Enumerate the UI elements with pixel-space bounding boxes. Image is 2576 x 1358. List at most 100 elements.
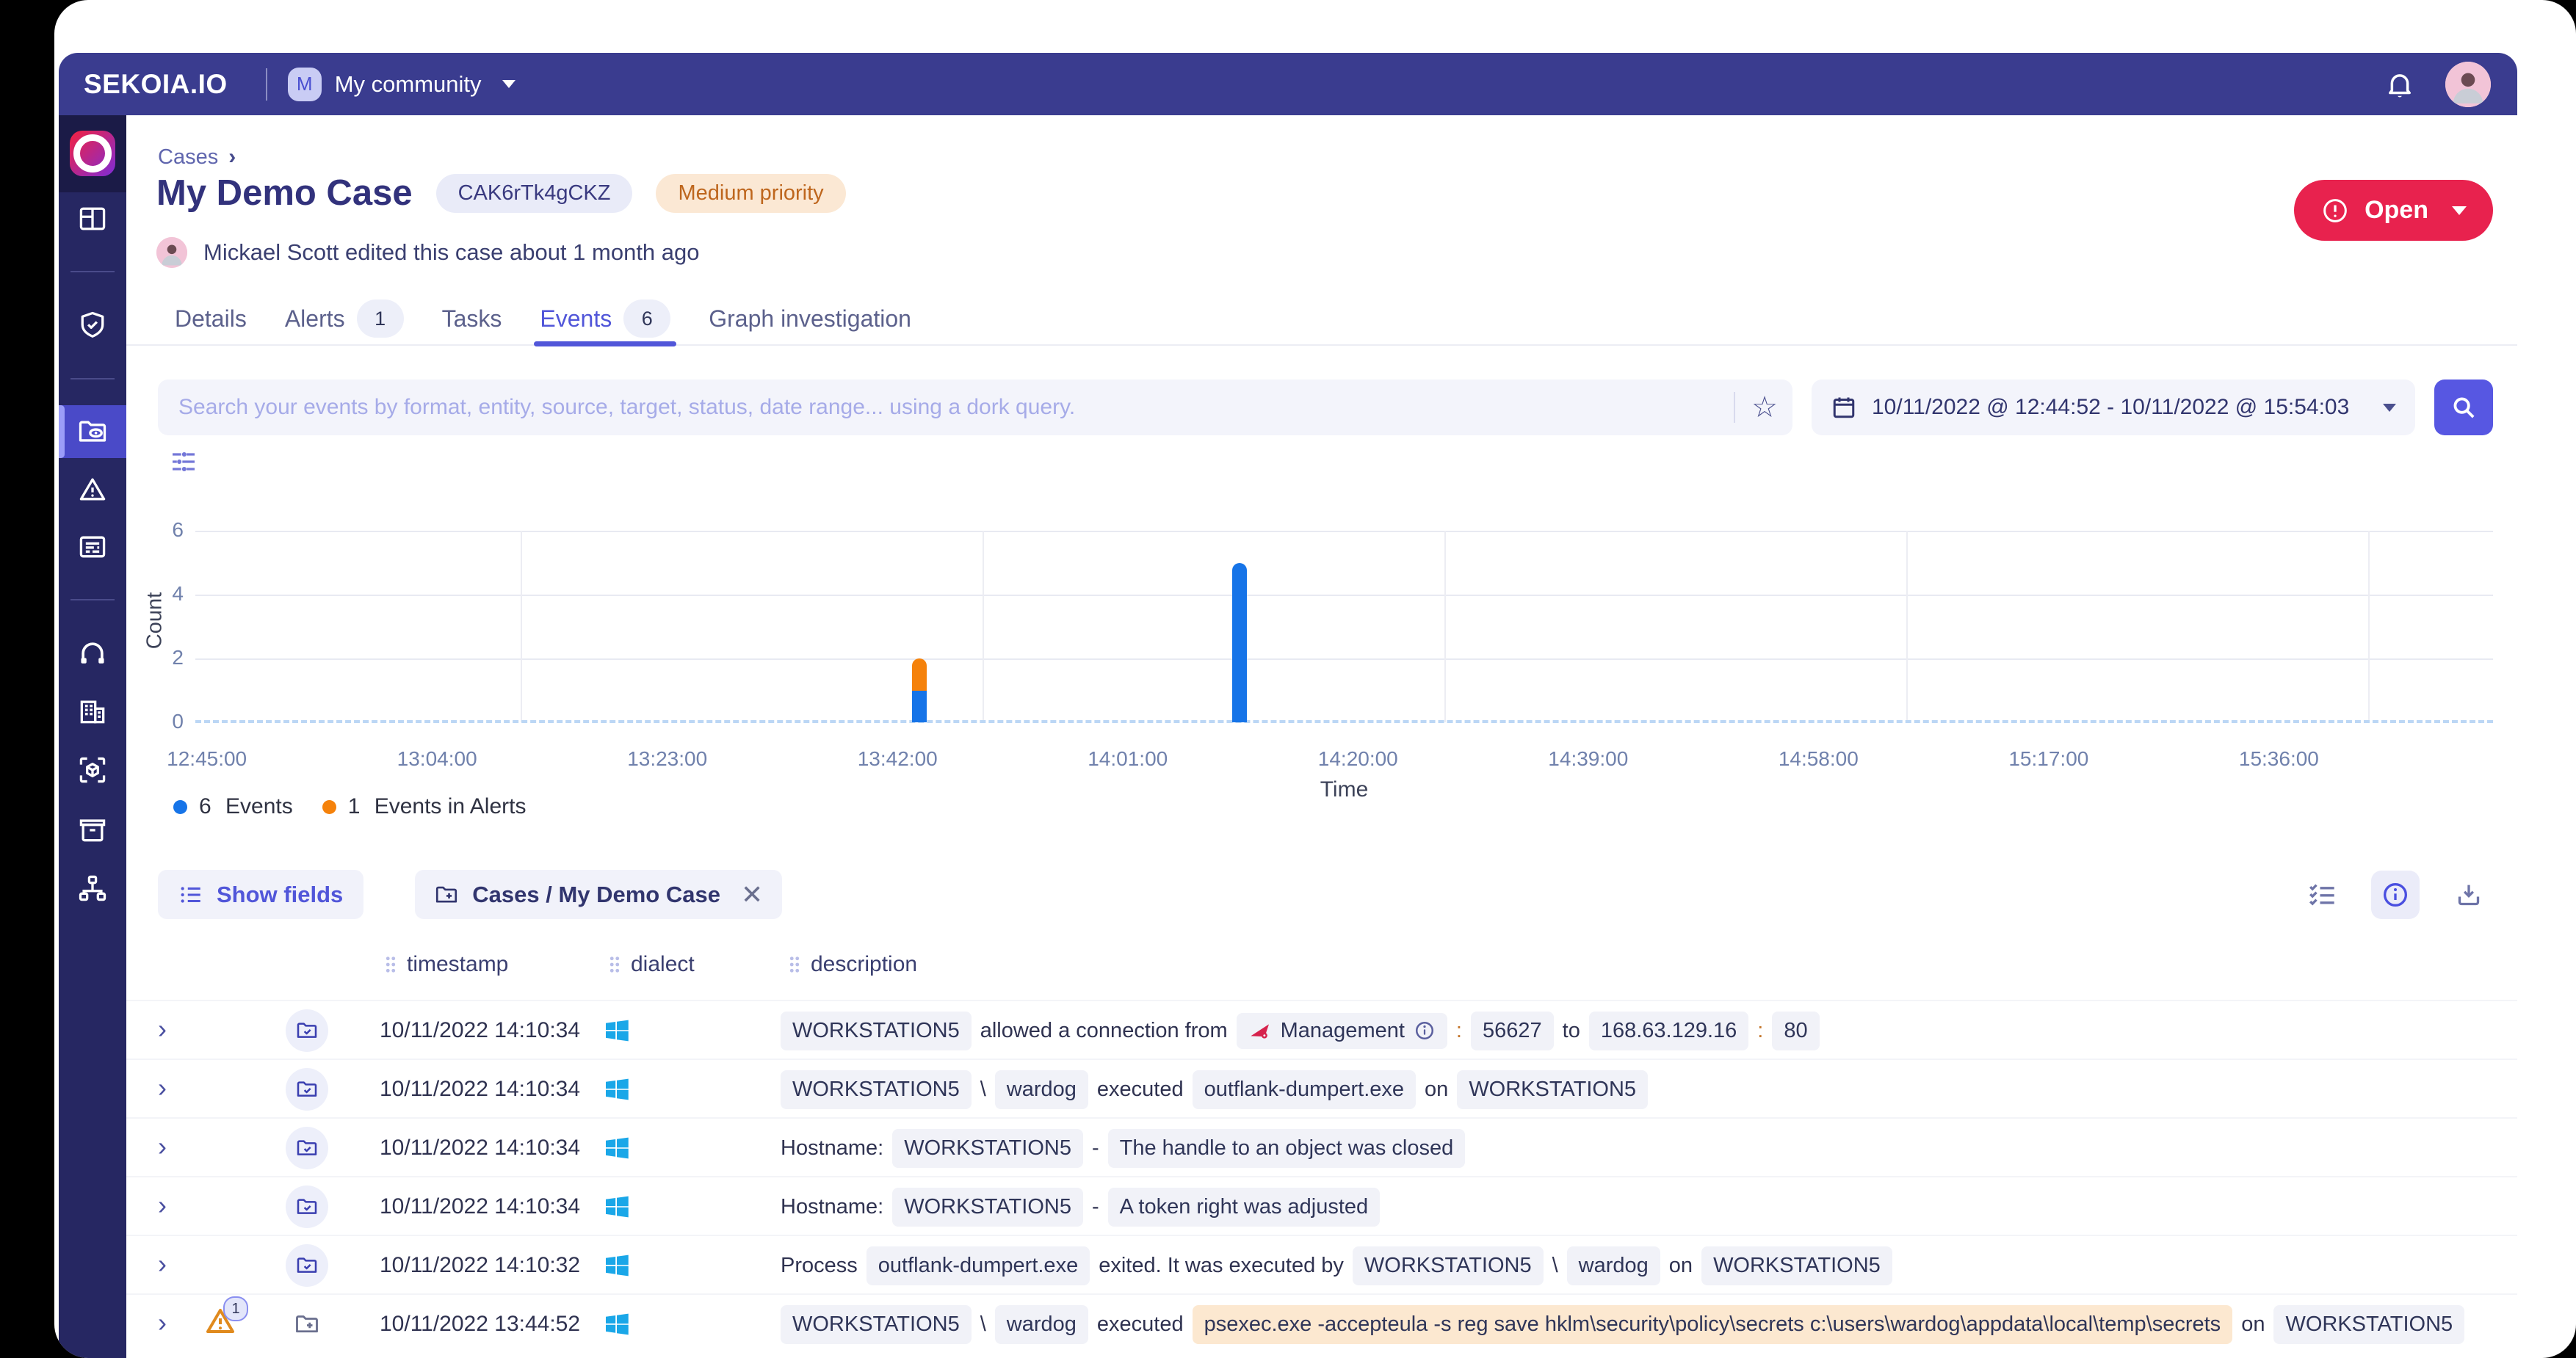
event-field-chip[interactable]: 80 bbox=[1772, 1012, 1819, 1050]
table-row[interactable]: › 10/11/2022 14:10:32 Processoutflank-du… bbox=[126, 1235, 2517, 1295]
export-events-button[interactable] bbox=[2445, 871, 2493, 919]
sidebar-item-cases-active[interactable] bbox=[59, 405, 126, 458]
sidebar-item-dashboards[interactable] bbox=[59, 192, 126, 245]
community-avatar: M bbox=[288, 68, 322, 101]
tab-bar: Details Alerts1 Tasks Events6 Graph inve… bbox=[126, 293, 2517, 346]
windows-dialect-icon bbox=[604, 1076, 630, 1103]
event-details-button[interactable] bbox=[2371, 871, 2420, 919]
tab-tasks[interactable]: Tasks bbox=[442, 293, 502, 344]
event-description: WORKSTATION5\wardogexecutedoutflank-dump… bbox=[781, 1060, 2510, 1119]
event-field-chip[interactable]: WORKSTATION5 bbox=[1457, 1070, 1648, 1109]
search-input[interactable] bbox=[177, 394, 1718, 421]
event-field-chip[interactable]: 168.63.129.16 bbox=[1589, 1012, 1748, 1050]
entity-chip[interactable]: Management bbox=[1237, 1013, 1447, 1049]
notifications-bell-icon[interactable] bbox=[2384, 68, 2416, 101]
sidebar-item-intelligence[interactable] bbox=[59, 299, 126, 352]
building-icon bbox=[76, 695, 109, 727]
legend-events-in-alerts[interactable]: 1 Events in Alerts bbox=[322, 794, 527, 819]
date-range-picker[interactable]: 10/11/2022 @ 12:44:52 - 10/11/2022 @ 15:… bbox=[1812, 380, 2415, 435]
expand-row-chevron[interactable]: › bbox=[158, 1016, 167, 1042]
event-field-chip[interactable]: WORKSTATION5 bbox=[781, 1305, 972, 1344]
select-events-button[interactable] bbox=[2298, 871, 2346, 919]
event-field-chip[interactable]: WORKSTATION5 bbox=[892, 1188, 1083, 1227]
gridline bbox=[195, 658, 2493, 660]
description-text: on bbox=[1425, 1078, 1448, 1102]
sidebar-divider bbox=[70, 271, 115, 272]
search-submit-button[interactable] bbox=[2434, 380, 2493, 435]
drag-handle-icon[interactable] bbox=[609, 956, 621, 973]
checklist-icon bbox=[2307, 880, 2337, 909]
expand-row-chevron[interactable]: › bbox=[158, 1310, 167, 1336]
sidebar-item-alerts[interactable] bbox=[59, 463, 126, 516]
sidebar-item-integrations[interactable] bbox=[59, 862, 126, 915]
topbar-divider bbox=[266, 68, 267, 101]
breadcrumb[interactable]: Cases › bbox=[158, 145, 236, 170]
highlighted-command-chip[interactable]: psexec.exe -accepteula -s reg save hklm\… bbox=[1193, 1305, 2233, 1344]
drag-handle-icon[interactable] bbox=[385, 956, 397, 973]
date-range-value: 10/11/2022 @ 12:44:52 - 10/11/2022 @ 15:… bbox=[1872, 395, 2349, 420]
event-field-chip[interactable]: The handle to an object was closed bbox=[1108, 1129, 1466, 1168]
tab-graph-investigation[interactable]: Graph investigation bbox=[709, 293, 911, 344]
expand-row-chevron[interactable]: › bbox=[158, 1075, 167, 1101]
event-field-chip[interactable]: WORKSTATION5 bbox=[781, 1070, 972, 1109]
user-avatar[interactable] bbox=[2445, 62, 2491, 107]
description-text: on bbox=[2241, 1312, 2265, 1337]
tab-alerts[interactable]: Alerts1 bbox=[285, 293, 404, 344]
legend-dot-blue bbox=[173, 800, 187, 814]
event-field-chip[interactable]: outflank-dumpert.exe bbox=[866, 1246, 1090, 1285]
scope-filter-chip[interactable]: Cases / My Demo Case ✕ bbox=[415, 870, 782, 919]
table-row[interactable]: › 10/11/2022 14:10:34 Hostname:WORKSTATI… bbox=[126, 1117, 2517, 1177]
event-field-chip[interactable]: WORKSTATION5 bbox=[781, 1012, 972, 1050]
sidebar-item-hunting[interactable] bbox=[59, 627, 126, 680]
column-header-timestamp[interactable]: timestamp bbox=[385, 952, 508, 977]
event-field-chip[interactable]: WORKSTATION5 bbox=[1701, 1246, 1892, 1285]
sidebar-item-sandbox[interactable] bbox=[59, 744, 126, 796]
chart-filter-button[interactable] bbox=[169, 447, 198, 476]
gridline bbox=[195, 531, 2493, 532]
chart-bar-14:10[interactable] bbox=[1232, 563, 1247, 723]
tab-events-active[interactable]: Events6 bbox=[540, 293, 670, 344]
show-fields-button[interactable]: Show fields bbox=[158, 870, 363, 919]
expand-row-chevron[interactable]: › bbox=[158, 1192, 167, 1219]
event-field-chip[interactable]: wardog bbox=[995, 1305, 1088, 1344]
sidebar-nav bbox=[59, 115, 126, 1358]
sekoia-o-logo[interactable] bbox=[70, 131, 115, 176]
event-field-chip[interactable]: wardog bbox=[1567, 1246, 1660, 1285]
info-icon bbox=[2381, 880, 2410, 909]
sidebar-item-organization[interactable] bbox=[59, 685, 126, 738]
table-row[interactable]: › 10/11/2022 14:10:34 WORKSTATION5\wardo… bbox=[126, 1059, 2517, 1119]
drag-handle-icon[interactable] bbox=[789, 956, 800, 973]
event-field-chip[interactable]: 56627 bbox=[1471, 1012, 1554, 1050]
chart-bar-13:44[interactable] bbox=[912, 658, 927, 722]
sidebar-item-rules[interactable] bbox=[59, 520, 126, 573]
alert-warning-icon[interactable]: 1 bbox=[203, 1304, 244, 1345]
breadcrumb-cases-link[interactable]: Cases bbox=[158, 145, 218, 170]
alerts-count-badge: 1 bbox=[357, 299, 404, 338]
app-logo-block bbox=[59, 115, 126, 192]
favorite-star-icon[interactable]: ☆ bbox=[1751, 393, 1778, 422]
event-timestamp: 10/11/2022 14:10:34 bbox=[380, 1060, 580, 1119]
community-name: My community bbox=[335, 71, 482, 98]
table-row[interactable]: › 1 10/11/2022 13:44:52 WORKSTATION5\war… bbox=[126, 1293, 2517, 1354]
table-row[interactable]: › 10/11/2022 14:10:34 Hostname:WORKSTATI… bbox=[126, 1176, 2517, 1236]
events-table-body: › 10/11/2022 14:10:34 WORKSTATION5allowe… bbox=[126, 1000, 2517, 1358]
column-header-dialect[interactable]: dialect bbox=[609, 952, 695, 977]
event-field-chip[interactable]: WORKSTATION5 bbox=[1353, 1246, 1544, 1285]
close-icon[interactable]: ✕ bbox=[741, 882, 763, 908]
gridline bbox=[521, 531, 522, 722]
event-field-chip[interactable]: wardog bbox=[995, 1070, 1088, 1109]
sidebar-item-archive[interactable] bbox=[59, 803, 126, 856]
event-field-chip[interactable]: WORKSTATION5 bbox=[892, 1129, 1083, 1168]
event-field-chip[interactable]: WORKSTATION5 bbox=[2273, 1305, 2464, 1344]
event-field-chip[interactable]: A token right was adjusted bbox=[1108, 1188, 1381, 1227]
expand-row-chevron[interactable]: › bbox=[158, 1133, 167, 1160]
community-selector[interactable]: M My community bbox=[288, 68, 515, 101]
table-row[interactable]: › 10/11/2022 14:10:34 WORKSTATION5allowe… bbox=[126, 1000, 2517, 1060]
add-to-case-folder-icon[interactable] bbox=[294, 1311, 320, 1337]
legend-events[interactable]: 6 Events bbox=[173, 794, 293, 819]
case-status-button[interactable]: Open bbox=[2294, 180, 2493, 241]
event-field-chip[interactable]: outflank-dumpert.exe bbox=[1193, 1070, 1416, 1109]
expand-row-chevron[interactable]: › bbox=[158, 1251, 167, 1277]
column-header-description[interactable]: description bbox=[789, 952, 917, 977]
tab-details[interactable]: Details bbox=[175, 293, 247, 344]
